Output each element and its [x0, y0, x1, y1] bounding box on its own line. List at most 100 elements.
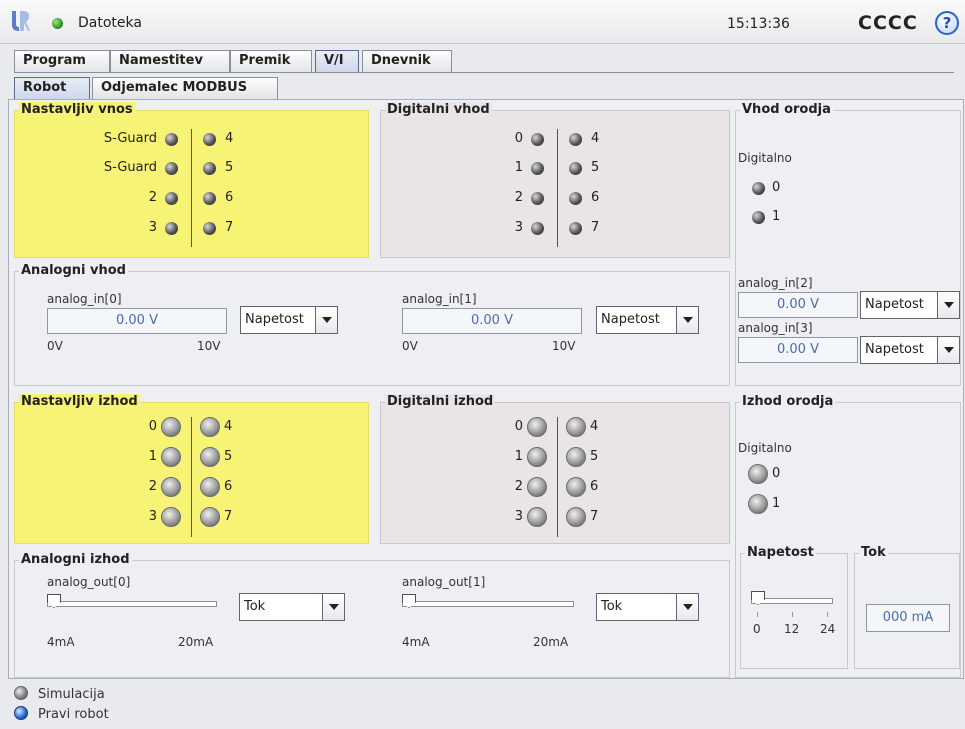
output-toggle-icon[interactable] — [161, 447, 181, 467]
tab-program[interactable]: Program — [14, 50, 110, 72]
select-value: Napetost — [601, 312, 660, 327]
tab-log[interactable]: Dnevnik — [362, 50, 452, 72]
chevron-down-icon — [937, 337, 959, 363]
output-toggle-icon[interactable] — [566, 417, 586, 437]
input-label: 1 — [514, 160, 523, 175]
real-robot-label[interactable]: Pravi robot — [38, 707, 109, 722]
tab-move[interactable]: Premik — [230, 50, 312, 72]
tab-modbus-client[interactable]: Odjemalec MODBUS — [92, 77, 278, 99]
input-led-icon — [531, 222, 544, 235]
tab-installation[interactable]: Namestitev — [110, 50, 230, 72]
configurable-output-group: Nastavljiv izhod 0 1 2 3 4 5 6 7 — [14, 394, 369, 544]
file-menu[interactable]: Datoteka — [78, 15, 142, 31]
input-led-icon — [165, 192, 178, 205]
tick-label: 24 — [820, 622, 836, 636]
group-title: Digitalni vhod — [385, 102, 492, 118]
input-led-icon — [531, 192, 544, 205]
tab-robot[interactable]: Robot — [14, 77, 90, 99]
output-label: 3 — [514, 509, 523, 524]
output-toggle-icon[interactable] — [748, 464, 768, 484]
output-label: 0 — [148, 419, 157, 434]
output-toggle-icon[interactable] — [566, 447, 586, 467]
range-max: 20mA — [178, 635, 214, 649]
output-toggle-icon[interactable] — [200, 417, 220, 437]
chevron-down-icon — [676, 594, 698, 620]
input-led-icon — [569, 133, 582, 146]
input-label: 3 — [148, 220, 157, 235]
input-led-icon — [203, 222, 216, 235]
analog-in-value: 0.00 V — [402, 308, 582, 334]
output-label: 1 — [514, 449, 523, 464]
real-robot-radio[interactable] — [14, 706, 28, 720]
analog-mode-select[interactable]: Napetost — [596, 306, 699, 334]
analog-out-label: analog_out[1] — [402, 575, 486, 589]
main-tabs: Program Namestitev Premik V/I Dnevnik — [14, 50, 954, 74]
analog-output-group: Analogni izhod analog_out[0] Tok 4mA 20m… — [14, 552, 730, 678]
analog-out-mode-select[interactable]: Tok — [596, 593, 699, 621]
output-toggle-icon[interactable] — [527, 417, 547, 437]
output-label: 5 — [224, 449, 233, 464]
input-label: S-Guard — [103, 160, 157, 175]
input-label: 2 — [514, 190, 523, 205]
range-min: 4mA — [47, 635, 75, 649]
output-label: 4 — [224, 419, 233, 434]
output-label: 4 — [590, 419, 599, 434]
output-toggle-icon[interactable] — [200, 507, 220, 527]
analog-out-mode-select[interactable]: Tok — [239, 593, 345, 621]
tab-io[interactable]: V/I — [315, 50, 359, 72]
input-label: 3 — [514, 220, 523, 235]
analog-mode-select[interactable]: Napetost — [860, 336, 960, 364]
select-value: Napetost — [245, 312, 304, 327]
output-toggle-icon[interactable] — [161, 417, 181, 437]
range-min: 4mA — [402, 635, 430, 649]
input-led-icon — [203, 192, 216, 205]
analog-out-slider-track[interactable] — [402, 601, 574, 607]
output-toggle-icon[interactable] — [748, 494, 768, 514]
output-toggle-icon[interactable] — [161, 507, 181, 527]
output-toggle-icon[interactable] — [527, 477, 547, 497]
output-label: 2 — [514, 479, 523, 494]
input-led-icon — [569, 222, 582, 235]
tool-output-group: Izhod orodja Digitalno 0 1 Napetost 0 12… — [735, 394, 961, 678]
range-min: 0V — [47, 339, 63, 353]
digital-label: Digitalno — [738, 151, 792, 165]
analog-mode-select[interactable]: Napetost — [860, 291, 960, 319]
current-group: Tok 000 mA — [854, 545, 960, 669]
input-led-icon — [569, 162, 582, 175]
input-led-icon — [569, 192, 582, 205]
output-toggle-icon[interactable] — [566, 477, 586, 497]
divider — [191, 417, 192, 537]
output-toggle-icon[interactable] — [566, 507, 586, 527]
output-toggle-icon[interactable] — [527, 507, 547, 527]
analog-mode-select[interactable]: Napetost — [240, 306, 338, 334]
input-label: 1 — [772, 209, 781, 224]
input-label: 5 — [225, 160, 234, 175]
input-led-icon — [752, 182, 765, 195]
simulation-radio[interactable] — [14, 686, 28, 700]
output-label: 1 — [148, 449, 157, 464]
output-toggle-icon[interactable] — [527, 447, 547, 467]
ur-logo-icon — [12, 11, 30, 31]
select-value: Tok — [244, 599, 266, 614]
output-label: 7 — [224, 509, 233, 524]
help-icon[interactable]: ? — [935, 11, 959, 35]
output-label: 0 — [514, 419, 523, 434]
input-led-icon — [203, 162, 216, 175]
input-label: 5 — [591, 160, 600, 175]
digital-output-group: Digitalni izhod 0 1 2 3 4 5 6 7 — [380, 394, 730, 544]
range-max: 10V — [197, 339, 221, 353]
input-led-icon — [165, 162, 178, 175]
output-toggle-icon[interactable] — [200, 447, 220, 467]
range-min: 0V — [402, 339, 418, 353]
input-led-icon — [531, 133, 544, 146]
divider — [557, 417, 558, 537]
group-title: Nastavljiv izhod — [19, 394, 140, 410]
analog-out-slider-track[interactable] — [47, 601, 217, 607]
range-max: 20mA — [533, 635, 569, 649]
output-toggle-icon[interactable] — [161, 477, 181, 497]
input-label: S-Guard — [103, 131, 157, 146]
simulation-label[interactable]: Simulacija — [38, 687, 105, 702]
slider-tick — [757, 612, 758, 617]
chevron-down-icon — [315, 307, 337, 333]
output-toggle-icon[interactable] — [200, 477, 220, 497]
